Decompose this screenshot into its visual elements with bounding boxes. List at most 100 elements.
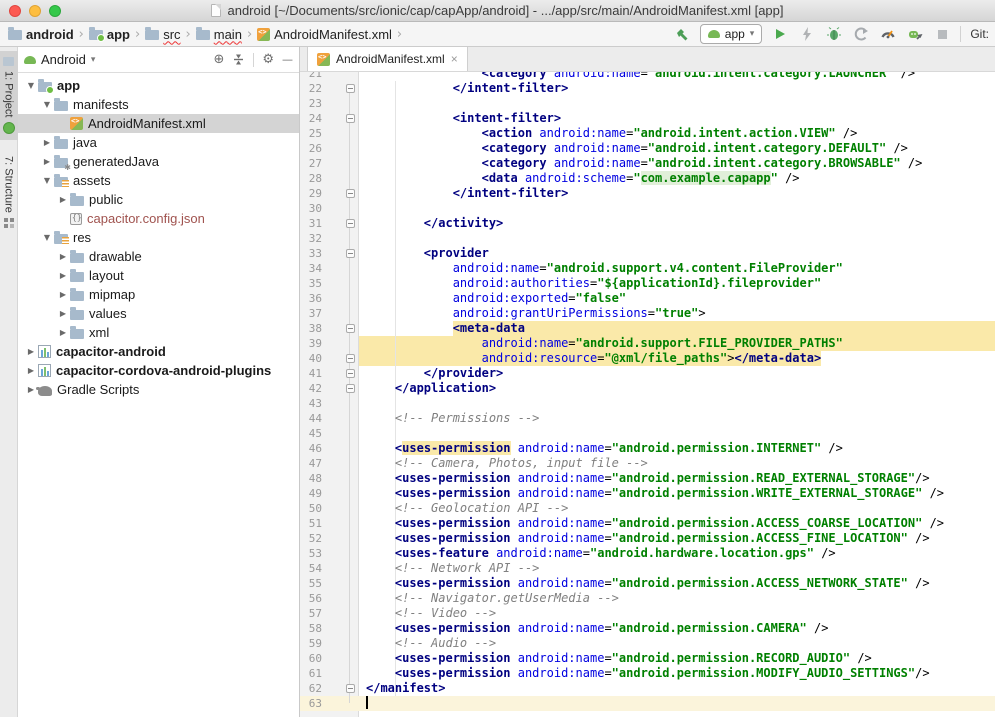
- code-line-54[interactable]: 54 <!-- Network API -->: [300, 561, 995, 576]
- code-line-47[interactable]: 47 <!-- Camera, Photos, input file -->: [300, 456, 995, 471]
- build-hammer-icon[interactable]: [673, 25, 691, 43]
- tree-arrow-icon[interactable]: ▶: [56, 252, 70, 261]
- tree-arrow-icon[interactable]: ▼: [40, 100, 54, 109]
- breadcrumb-item[interactable]: android: [8, 27, 74, 42]
- code-line-59[interactable]: 59 <!-- Audio -->: [300, 636, 995, 651]
- code-line-43[interactable]: 43: [300, 396, 995, 411]
- debug-bug-icon[interactable]: [825, 25, 843, 43]
- fold-marker-icon[interactable]: [346, 684, 355, 693]
- profiler-gauge-icon[interactable]: [879, 25, 897, 43]
- fold-marker-icon[interactable]: [346, 324, 355, 333]
- code-line-32[interactable]: 32: [300, 231, 995, 246]
- tree-item-layout[interactable]: ▶layout: [18, 266, 299, 285]
- code-line-28[interactable]: 28 <data android:scheme="com.example.cap…: [300, 171, 995, 186]
- code-line-53[interactable]: 53 <uses-feature android:name="android.h…: [300, 546, 995, 561]
- code-line-42[interactable]: 42 </application>: [300, 381, 995, 396]
- code-line-25[interactable]: 25 <action android:name="android.intent.…: [300, 126, 995, 141]
- tree-arrow-icon[interactable]: ▶: [56, 271, 70, 280]
- code-line-48[interactable]: 48 <uses-permission android:name="androi…: [300, 471, 995, 486]
- tree-arrow-icon[interactable]: ▼: [24, 81, 38, 90]
- breadcrumb-item[interactable]: AndroidManifest.xml: [257, 27, 392, 42]
- tree-item-drawable[interactable]: ▶drawable: [18, 247, 299, 266]
- fold-marker-icon[interactable]: [346, 384, 355, 393]
- fold-marker-icon[interactable]: [346, 114, 355, 123]
- code-line-37[interactable]: 37 android:grantUriPermissions="true">: [300, 306, 995, 321]
- attach-debugger-android-icon[interactable]: [906, 25, 924, 43]
- sidebar-tab-project[interactable]: 1: Project: [0, 51, 18, 140]
- tree-item-androidmanifest-xml[interactable]: AndroidManifest.xml: [18, 114, 299, 133]
- code-line-30[interactable]: 30: [300, 201, 995, 216]
- fold-marker-icon[interactable]: [346, 249, 355, 258]
- tree-item-mipmap[interactable]: ▶mipmap: [18, 285, 299, 304]
- code-line-55[interactable]: 55 <uses-permission android:name="androi…: [300, 576, 995, 591]
- code-line-61[interactable]: 61 <uses-permission android:name="androi…: [300, 666, 995, 681]
- collapse-all-icon[interactable]: [232, 53, 245, 66]
- git-label[interactable]: Git:: [970, 27, 989, 41]
- code-line-31[interactable]: 31 </activity>: [300, 216, 995, 231]
- run-button[interactable]: [771, 25, 789, 43]
- code-line-56[interactable]: 56 <!-- Navigator.getUserMedia -->: [300, 591, 995, 606]
- breadcrumb-item[interactable]: app: [89, 27, 130, 42]
- project-view-selector[interactable]: Android: [41, 52, 86, 67]
- apply-changes-icon[interactable]: [798, 25, 816, 43]
- tree-arrow-icon[interactable]: ▼: [40, 176, 54, 185]
- code-line-50[interactable]: 50 <!-- Geolocation API -->: [300, 501, 995, 516]
- tree-item-capacitor-config-json[interactable]: capacitor.config.json: [18, 209, 299, 228]
- tree-arrow-icon[interactable]: ▶: [56, 309, 70, 318]
- locate-file-icon[interactable]: ⊕: [213, 52, 224, 67]
- fold-marker-icon[interactable]: [346, 369, 355, 378]
- code-line-52[interactable]: 52 <uses-permission android:name="androi…: [300, 531, 995, 546]
- tree-arrow-icon[interactable]: ▶: [24, 347, 38, 356]
- code-line-62[interactable]: 62</manifest>: [300, 681, 995, 696]
- tree-arrow-icon[interactable]: ▶: [24, 366, 38, 375]
- run-with-coverage-icon[interactable]: [852, 25, 870, 43]
- tree-item-xml[interactable]: ▶xml: [18, 323, 299, 342]
- editor-tab-androidmanifest[interactable]: AndroidManifest.xml ×: [307, 47, 468, 71]
- code-line-38[interactable]: 38 <meta-data: [300, 321, 995, 336]
- code-line-23[interactable]: 23: [300, 96, 995, 111]
- code-line-41[interactable]: 41 </provider>: [300, 366, 995, 381]
- code-line-49[interactable]: 49 <uses-permission android:name="androi…: [300, 486, 995, 501]
- code-line-63[interactable]: 63: [300, 696, 995, 711]
- code-line-24[interactable]: 24 <intent-filter>: [300, 111, 995, 126]
- code-line-34[interactable]: 34 android:name="android.support.v4.cont…: [300, 261, 995, 276]
- tree-item-manifests[interactable]: ▼manifests: [18, 95, 299, 114]
- run-configuration-select[interactable]: app ▾: [700, 24, 763, 44]
- tree-item-app[interactable]: ▼app: [18, 76, 299, 95]
- tree-arrow-icon[interactable]: ▶: [56, 328, 70, 337]
- close-icon[interactable]: ×: [451, 52, 458, 66]
- gear-icon[interactable]: ⚙: [262, 52, 274, 67]
- code-line-44[interactable]: 44 <!-- Permissions -->: [300, 411, 995, 426]
- fold-marker-icon[interactable]: [346, 189, 355, 198]
- tree-item-capacitor-android[interactable]: ▶capacitor-android: [18, 342, 299, 361]
- fold-marker-icon[interactable]: [346, 219, 355, 228]
- tree-arrow-icon[interactable]: ▼: [40, 233, 54, 242]
- stop-button[interactable]: [933, 25, 951, 43]
- code-line-22[interactable]: 22 </intent-filter>: [300, 81, 995, 96]
- tree-item-public[interactable]: ▶public: [18, 190, 299, 209]
- tree-arrow-icon[interactable]: ▶: [56, 290, 70, 299]
- tree-arrow-icon[interactable]: ▶: [40, 138, 54, 147]
- hide-panel-icon[interactable]: —: [282, 53, 293, 66]
- code-line-35[interactable]: 35 android:authorities="${applicationId}…: [300, 276, 995, 291]
- code-line-21[interactable]: 21 <category android:name="android.inten…: [300, 72, 995, 81]
- tree-item-res[interactable]: ▼res: [18, 228, 299, 247]
- code-editor[interactable]: 21 <category android:name="android.inten…: [300, 72, 995, 717]
- fold-marker-icon[interactable]: [346, 84, 355, 93]
- tree-arrow-icon[interactable]: ▶: [56, 195, 70, 204]
- code-line-39[interactable]: 39 android:name="android.support.FILE_PR…: [300, 336, 995, 351]
- sidebar-tab-structure[interactable]: 7: Structure: [3, 150, 15, 234]
- tree-item-capacitor-cordova-android-plugins[interactable]: ▶capacitor-cordova-android-plugins: [18, 361, 299, 380]
- code-line-40[interactable]: 40 android:resource="@xml/file_paths"></…: [300, 351, 995, 366]
- tree-item-gradle-scripts[interactable]: ▶Gradle Scripts: [18, 380, 299, 399]
- code-line-57[interactable]: 57 <!-- Video -->: [300, 606, 995, 621]
- breadcrumb-item[interactable]: src: [145, 27, 180, 42]
- code-line-27[interactable]: 27 <category android:name="android.inten…: [300, 156, 995, 171]
- breadcrumb-item[interactable]: main: [196, 27, 242, 42]
- code-line-33[interactable]: 33 <provider: [300, 246, 995, 261]
- code-line-51[interactable]: 51 <uses-permission android:name="androi…: [300, 516, 995, 531]
- tree-item-generatedjava[interactable]: ▶generatedJava: [18, 152, 299, 171]
- code-line-29[interactable]: 29 </intent-filter>: [300, 186, 995, 201]
- chevron-down-icon[interactable]: ▾: [91, 55, 96, 65]
- tree-item-assets[interactable]: ▼assets: [18, 171, 299, 190]
